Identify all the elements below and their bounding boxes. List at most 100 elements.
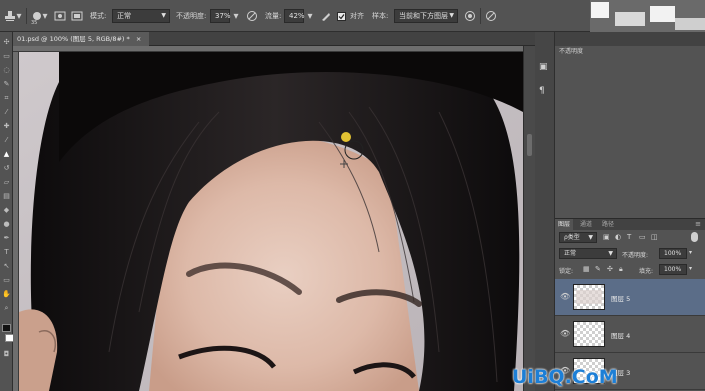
properties-panel-icon[interactable]: ¶	[539, 86, 551, 98]
lock-image-icon[interactable]: ✎	[595, 265, 601, 273]
layer-name: 图层 4	[611, 332, 631, 340]
quick-select-tool-icon[interactable]: ✎	[2, 80, 11, 89]
brush-panel-icon[interactable]	[69, 8, 85, 24]
filter-smart-object-icon[interactable]: ◫	[651, 233, 658, 241]
shape-tool-icon[interactable]: ▭	[2, 276, 11, 285]
marquee-tool-icon[interactable]: ▭	[2, 52, 11, 61]
history-brush-tool-icon[interactable]: ↺	[2, 164, 11, 173]
dodge-tool-icon[interactable]: ●	[2, 220, 11, 229]
eraser-tool-icon[interactable]: ▱	[2, 178, 11, 187]
layer-opacity-input[interactable]: 100%	[659, 248, 687, 259]
sample-label: 样本:	[372, 12, 389, 20]
opacity-value: 37%	[215, 12, 231, 20]
path-select-tool-icon[interactable]: ↖	[2, 262, 11, 271]
pen-tool-icon[interactable]: ✒	[2, 234, 11, 243]
fill-value: 100%	[664, 266, 682, 273]
flow-label: 流量:	[265, 12, 282, 20]
filter-adjustment-icon[interactable]: ◐	[615, 233, 621, 241]
mode-select[interactable]: 正常 ▼	[112, 9, 170, 23]
align-checkbox-icon[interactable]	[336, 8, 346, 24]
close-icon[interactable]: ×	[136, 35, 141, 43]
gradient-tool-icon[interactable]: ▤	[2, 192, 11, 201]
filter-type-icon[interactable]: T	[627, 233, 631, 241]
lasso-tool-icon[interactable]: ◌	[2, 66, 11, 75]
mode-label: 模式:	[90, 12, 107, 20]
chevron-down-icon: ▼	[449, 12, 454, 19]
tool-preset-dropdown-icon[interactable]: ▾	[15, 8, 23, 24]
opacity-dropdown-icon[interactable]: ▾	[231, 8, 241, 24]
eyedropper-tool-icon[interactable]: ⁄	[2, 108, 11, 117]
lock-row: 锁定: ▦ ✎ ✣ 🔒︎ 填充: 100% ▾	[555, 264, 705, 276]
layer-row-5[interactable]: 👁︎ 图层 5	[555, 279, 705, 316]
flow-dropdown-icon[interactable]: ▾	[305, 8, 315, 24]
history-panel-icon[interactable]: ▣	[539, 62, 551, 74]
type-tool-icon[interactable]: T	[2, 248, 11, 257]
panel-header	[555, 32, 705, 46]
lock-all-icon[interactable]: 🔒︎	[619, 265, 623, 274]
brush-cursor-icon	[340, 132, 364, 168]
pressure-opacity-icon[interactable]	[244, 8, 260, 24]
chevron-down-icon: ▼	[588, 234, 593, 241]
healing-brush-tool-icon[interactable]: ✚	[2, 122, 11, 131]
panel-menu-icon[interactable]: ≡	[695, 220, 701, 228]
quick-mask-icon[interactable]: ◘	[2, 350, 11, 359]
fill-dropdown-icon[interactable]: ▾	[689, 265, 692, 272]
lock-position-icon[interactable]: ✣	[607, 265, 613, 273]
filter-pixel-icon[interactable]: ▣	[603, 233, 610, 241]
blurred-region	[615, 12, 645, 26]
brush-size: 35	[31, 20, 38, 26]
filter-kind-select[interactable]: ρ类型 ▼	[559, 232, 597, 243]
panel-label: 不透明度	[559, 48, 584, 55]
filter-toggle[interactable]	[691, 232, 698, 242]
opacity-input[interactable]: 37%	[210, 9, 231, 23]
blend-mode-select[interactable]: 正常 ▼	[559, 248, 617, 259]
document-tab-title: 01.psd @ 100% (图层 5, RGB/8#) *	[17, 35, 130, 43]
sample-select[interactable]: 当前和下方图层 ▼	[394, 9, 458, 23]
clone-stamp-tool-icon[interactable]: ▲	[2, 150, 11, 159]
tools-panel: ✣ ▭ ◌ ✎ ⌗ ⁄ ✚ ⁄ ▲ ↺ ▱ ▤ ◆ ● ✒ T ↖ ▭ ✋ ⌕ …	[0, 32, 14, 391]
move-tool-icon[interactable]: ✣	[2, 38, 11, 47]
collapsed-panels-column: ▣ ¶	[535, 32, 555, 391]
tab-layers[interactable]: 图层	[555, 219, 574, 230]
lock-transparent-icon[interactable]: ▦	[583, 265, 590, 273]
layer-filter-row: ρ类型 ▼ ▣ ◐ T ▭ ◫	[555, 232, 705, 244]
document-tab-bar: 01.psd @ 100% (图层 5, RGB/8#) * ×	[13, 32, 535, 46]
site-watermark: UiBQ.CoM	[512, 366, 618, 388]
layer-opacity-value: 100%	[664, 250, 682, 257]
zoom-tool-icon[interactable]: ⌕	[2, 304, 11, 313]
opacity-label: 不透明度:	[176, 12, 207, 20]
pressure-size-icon[interactable]	[483, 8, 499, 24]
hand-tool-icon[interactable]: ✋	[2, 290, 11, 299]
blurred-region	[675, 18, 705, 30]
crop-tool-icon[interactable]: ⌗	[2, 94, 11, 103]
mode-value: 正常	[117, 12, 131, 20]
upper-right-panel: 不透明度	[555, 2, 705, 218]
airbrush-icon[interactable]	[318, 8, 334, 24]
brush-size-dropdown-icon[interactable]: ▾	[41, 8, 49, 24]
blur-tool-icon[interactable]: ◆	[2, 206, 11, 215]
visibility-eye-icon[interactable]: 👁︎	[560, 292, 570, 302]
canvas-vertical-scrollbar[interactable]	[523, 46, 535, 391]
brush-tool-icon[interactable]: ⁄	[2, 136, 11, 145]
layer-opacity-dropdown-icon[interactable]: ▾	[689, 249, 692, 256]
tab-paths[interactable]: 路径	[599, 219, 617, 230]
visibility-eye-icon[interactable]: 👁︎	[560, 329, 570, 339]
chevron-down-icon: ▼	[161, 12, 166, 19]
layer-thumbnail	[573, 284, 605, 310]
filter-shape-icon[interactable]: ▭	[639, 233, 646, 241]
layer-thumbnail	[573, 321, 605, 347]
layer-row-4[interactable]: 👁︎ 图层 4	[555, 316, 705, 353]
clone-source-panel-icon[interactable]	[52, 8, 68, 24]
blurred-region	[591, 2, 609, 18]
document-tab[interactable]: 01.psd @ 100% (图层 5, RGB/8#) * ×	[13, 32, 150, 46]
flow-input[interactable]: 42%	[284, 9, 305, 23]
ignore-adjustment-layers-icon[interactable]	[462, 8, 478, 24]
chevron-down-icon: ▼	[608, 250, 613, 257]
scrollbar-thumb[interactable]	[527, 134, 532, 156]
tab-channels[interactable]: 通道	[577, 219, 595, 230]
fill-input[interactable]: 100%	[659, 264, 687, 275]
photo-image	[19, 52, 523, 391]
blurred-region	[650, 6, 675, 22]
document-canvas[interactable]	[19, 52, 523, 391]
foreground-color-swatch[interactable]	[2, 324, 11, 332]
